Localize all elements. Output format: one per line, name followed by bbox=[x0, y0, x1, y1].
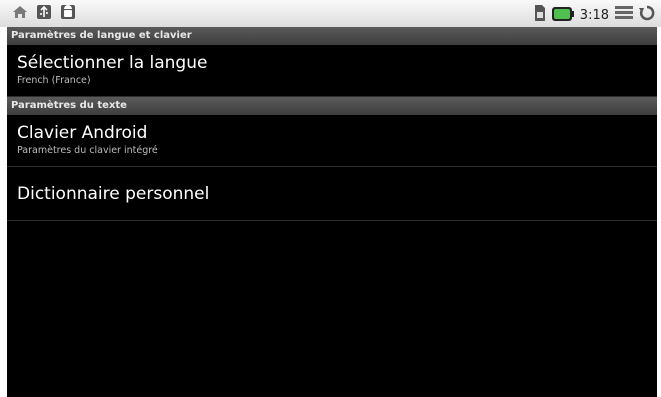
user-dictionary-item[interactable]: Dictionnaire personnel bbox=[7, 167, 657, 221]
android-keyboard-item[interactable]: Clavier Android Paramètres du clavier in… bbox=[7, 115, 657, 167]
home-icon bbox=[12, 4, 28, 24]
sim-icon bbox=[534, 4, 546, 26]
sync-icon bbox=[639, 5, 655, 25]
android-icon bbox=[60, 4, 76, 24]
usb-icon bbox=[36, 4, 52, 24]
settings-screen: Paramètres de langue et clavier Sélectio… bbox=[7, 27, 657, 397]
android-keyboard-title: Clavier Android bbox=[17, 123, 148, 143]
select-language-title: Sélectionner la langue bbox=[17, 53, 208, 73]
clock: 3:18 bbox=[579, 7, 609, 23]
battery-icon bbox=[551, 6, 574, 25]
status-bar: 3:18 bbox=[0, 0, 661, 27]
select-language-item[interactable]: Sélectionner la langue French (France) bbox=[7, 45, 657, 97]
category-header-language: Paramètres de langue et clavier bbox=[7, 27, 657, 45]
category-header-text: Paramètres du texte bbox=[7, 97, 657, 115]
user-dictionary-title: Dictionnaire personnel bbox=[17, 184, 210, 204]
select-language-summary: French (France) bbox=[17, 75, 91, 86]
android-keyboard-summary: Paramètres du clavier intégré bbox=[17, 145, 158, 156]
list-icon bbox=[615, 5, 633, 25]
